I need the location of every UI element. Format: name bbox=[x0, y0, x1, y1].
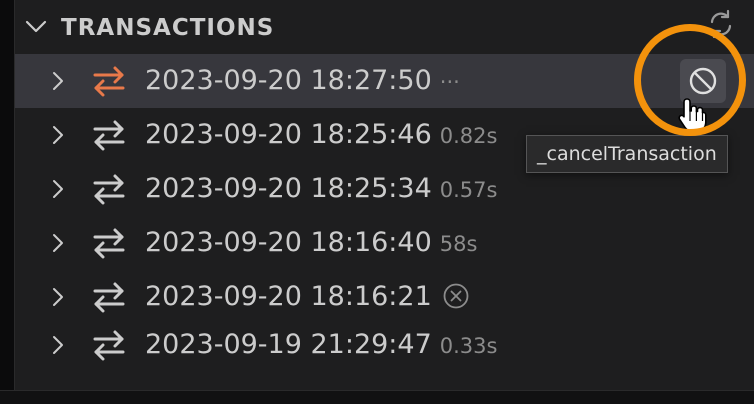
arrow-left-right-icon bbox=[93, 282, 125, 313]
pointer-hand-cursor-icon bbox=[678, 98, 707, 133]
transaction-duration: 0.57s bbox=[439, 178, 498, 202]
chevron-right-icon[interactable] bbox=[49, 285, 67, 309]
chevron-right-icon[interactable] bbox=[49, 333, 67, 357]
arrow-left-right-icon bbox=[93, 174, 125, 205]
circle-x-icon bbox=[443, 283, 469, 308]
section-title: TRANSACTIONS bbox=[61, 15, 275, 41]
refresh-icon[interactable] bbox=[705, 8, 737, 40]
arrow-left-right-icon bbox=[93, 228, 125, 259]
chevron-right-icon[interactable] bbox=[49, 177, 67, 201]
chevron-right-icon[interactable] bbox=[49, 123, 67, 147]
transaction-row[interactable]: 2023-09-19 21:29:47 0.33s bbox=[15, 318, 754, 372]
transaction-duration: 0.33s bbox=[439, 334, 498, 358]
chevron-right-icon[interactable] bbox=[49, 69, 67, 93]
arrow-left-right-icon bbox=[93, 66, 125, 97]
transaction-duration: 58s bbox=[439, 232, 478, 256]
transaction-timestamp: 2023-09-20 18:25:46 bbox=[145, 119, 432, 150]
cancel-circle-slash-icon bbox=[689, 67, 717, 95]
transaction-timestamp: 2023-09-20 18:25:34 bbox=[145, 173, 432, 204]
transaction-timestamp: 2023-09-19 21:29:47 bbox=[145, 329, 432, 360]
transactions-panel: TRANSACTIONS 2023-09-20 18:27:50 ··· 202… bbox=[14, 0, 754, 390]
chevron-down-icon[interactable] bbox=[23, 14, 49, 40]
transaction-row[interactable]: 2023-09-20 18:16:21 bbox=[15, 270, 754, 324]
cancel-tooltip: _cancelTransaction bbox=[526, 135, 728, 173]
transaction-timestamp: 2023-09-20 18:27:50 bbox=[145, 65, 432, 96]
arrow-left-right-icon bbox=[93, 120, 125, 151]
transaction-row[interactable]: 2023-09-20 18:27:50 ··· bbox=[15, 54, 754, 108]
transaction-description: ··· bbox=[439, 70, 460, 94]
arrow-left-right-icon bbox=[93, 330, 125, 361]
transaction-timestamp: 2023-09-20 18:16:21 bbox=[145, 281, 432, 312]
chevron-right-icon[interactable] bbox=[49, 231, 67, 255]
transaction-row[interactable]: 2023-09-20 18:16:40 58s bbox=[15, 216, 754, 270]
panel-bottom-border bbox=[0, 390, 754, 404]
section-header[interactable]: TRANSACTIONS bbox=[15, 0, 754, 54]
transaction-timestamp: 2023-09-20 18:16:40 bbox=[145, 227, 432, 258]
transaction-duration: 0.82s bbox=[439, 124, 498, 148]
